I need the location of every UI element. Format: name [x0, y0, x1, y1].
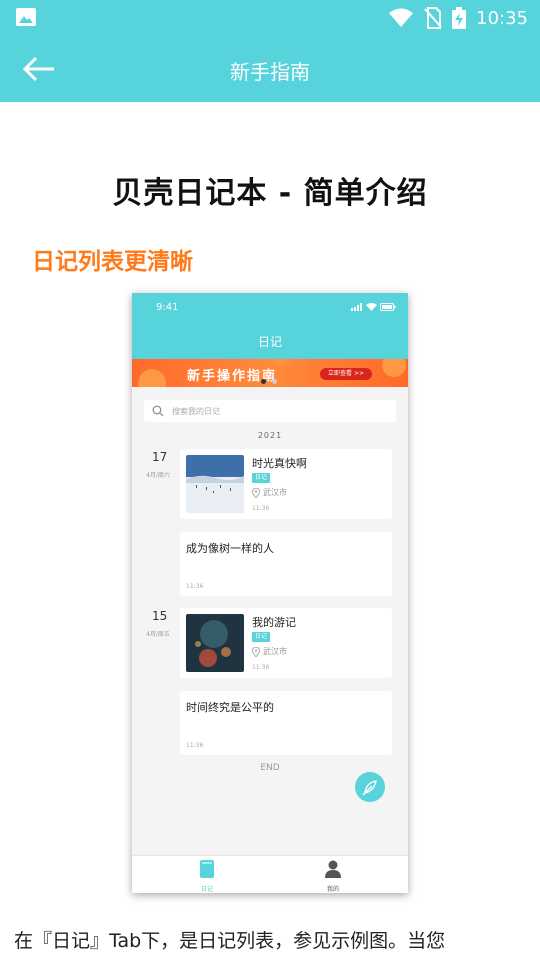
wifi-icon	[366, 303, 377, 311]
user-icon	[325, 860, 341, 878]
day-subtitle: 4月/周五	[146, 631, 170, 638]
entry-location: 武汉市	[252, 646, 287, 657]
signal-icon	[351, 303, 362, 311]
entry-location: 武汉市	[252, 487, 287, 498]
diary-entry-card: 成为像树一样的人 11:36	[180, 532, 392, 596]
tab-mine: 我的	[303, 860, 363, 893]
banner-button: 立即查看 >>	[320, 368, 372, 380]
day-subtitle: 4月/周六	[146, 472, 170, 479]
example-search-bar: 搜索我的日记	[144, 400, 396, 422]
day-number: 17	[152, 450, 168, 464]
example-title: 日记	[257, 335, 282, 349]
tab-diary: 日记	[177, 860, 237, 893]
section-heading: 日记列表更清晰	[32, 249, 193, 275]
entry-tag: 日记	[252, 632, 271, 642]
example-status-time: 9:41	[156, 302, 179, 313]
diary-entry-card: 时间终究是公平的 11:36	[180, 691, 392, 755]
feather-pen-icon	[362, 780, 377, 796]
diary-entry-card: 时光真快啊 日记 武汉市 11:36	[180, 449, 392, 519]
entry-time: 11:36	[252, 505, 270, 512]
entry-location-text: 武汉市	[263, 647, 287, 656]
example-screenshot: 9:41 日记 新手操作指南 立即查看 >> 搜索我的日记 2021 17 4月…	[132, 293, 408, 893]
example-header: 9:41 日记	[132, 293, 408, 359]
entry-time: 11:36	[186, 583, 204, 590]
location-pin-icon	[252, 487, 260, 498]
tab-label: 日记	[200, 886, 213, 893]
page-title: 新手指南	[230, 60, 310, 84]
write-fab	[355, 772, 385, 802]
guide-banner: 新手操作指南 立即查看 >>	[132, 359, 408, 387]
entry-title: 成为像树一样的人	[186, 542, 274, 555]
entry-location-text: 武汉市	[263, 488, 287, 497]
carousel-dot	[272, 379, 277, 384]
example-tab-bar: 日记 我的	[132, 855, 408, 893]
app-toolbar: 新手指南	[0, 36, 540, 102]
day-number: 15	[152, 609, 168, 623]
search-placeholder: 搜索我的日记	[172, 407, 220, 416]
tab-label: 我的	[326, 886, 339, 893]
snow-landscape-thumbnail	[186, 455, 244, 513]
night-scene-thumbnail	[186, 614, 244, 672]
example-status-icons	[351, 303, 396, 311]
no-sim-icon	[424, 7, 442, 29]
image-notification-icon	[16, 8, 36, 26]
location-pin-icon	[252, 646, 260, 657]
year-label: 2021	[257, 431, 283, 440]
battery-icon	[380, 303, 396, 311]
search-icon	[152, 405, 164, 417]
battery-charging-icon	[452, 7, 467, 29]
diary-book-icon	[200, 860, 214, 878]
entry-title: 时间终究是公平的	[186, 701, 274, 714]
entry-time: 11:36	[186, 742, 204, 749]
entry-time: 11:36	[252, 664, 270, 671]
entry-title: 我的游记	[252, 616, 296, 629]
carousel-dot-active	[261, 379, 266, 384]
article-title: 贝壳日记本 - 简单介绍	[112, 176, 428, 211]
entry-title: 时光真快啊	[252, 457, 307, 470]
diary-entry-card: 我的游记 日记 武汉市 11:36	[180, 608, 392, 678]
wifi-icon	[389, 8, 414, 27]
status-bar: 10:35	[0, 0, 540, 36]
article-paragraph: 在『日记』Tab下，是日记列表，参见示例图。当您	[14, 930, 446, 952]
entry-tag: 日记	[252, 473, 271, 483]
clock: 10:35	[476, 7, 528, 29]
